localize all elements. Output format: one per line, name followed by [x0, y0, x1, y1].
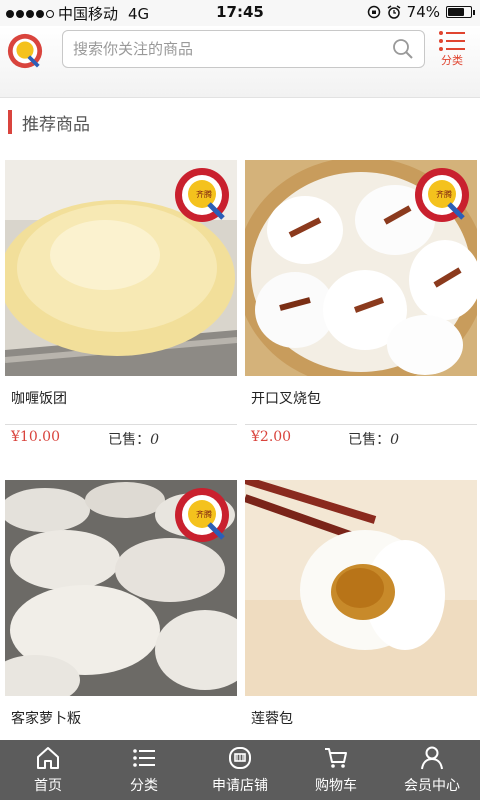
brand-badge-text: 齐腾	[196, 510, 212, 519]
sold-info: 已售：0	[108, 429, 159, 449]
tab-label: 分类	[130, 778, 158, 794]
store-logo-icon[interactable]	[6, 32, 44, 70]
alarm-icon	[387, 5, 401, 19]
product-price: ¥2.00	[251, 429, 292, 445]
tab-cart[interactable]: 购物车	[288, 740, 384, 800]
cart-icon	[325, 748, 347, 768]
home-icon	[37, 747, 59, 769]
rotation-lock-icon	[367, 5, 380, 19]
product-image[interactable]: 齐腾	[5, 160, 237, 376]
tab-label: 申请店铺	[212, 778, 268, 794]
product-name[interactable]: 莲蓉包	[251, 708, 477, 728]
section-header: 推荐商品	[8, 110, 90, 135]
tab-home[interactable]: 首页	[0, 740, 96, 800]
bottom-tab-bar: 首页 分类 申请店铺 购物车 会员中心	[0, 740, 480, 800]
tab-category[interactable]: 分类	[96, 740, 192, 800]
battery-icon	[446, 6, 475, 18]
section-title: 推荐商品	[22, 114, 90, 135]
category-list-icon	[439, 31, 465, 51]
product-image[interactable]: 齐腾	[5, 480, 237, 696]
search-box[interactable]	[62, 30, 425, 68]
brand-badge-text: 齐腾	[196, 190, 212, 199]
tab-label: 购物车	[315, 778, 357, 794]
shop-icon	[229, 747, 251, 769]
product-image[interactable]: 齐腾	[245, 160, 477, 376]
sold-count: 0	[150, 432, 159, 448]
search-input[interactable]	[73, 40, 392, 58]
product-card[interactable]: 齐腾 客家萝卜粄	[5, 480, 237, 728]
product-name[interactable]: 开口叉烧包	[251, 388, 477, 408]
product-card[interactable]: 齐腾 咖喱饭团 ¥10.00 已售：0	[5, 160, 237, 449]
section-accent-bar	[8, 110, 12, 134]
user-icon	[421, 746, 443, 770]
search-icon[interactable]	[392, 38, 414, 60]
brand-badge-text: 齐腾	[436, 190, 452, 199]
product-name[interactable]: 客家萝卜粄	[11, 708, 237, 728]
sold-info: 已售：0	[348, 429, 399, 449]
category-button[interactable]: 分类	[430, 26, 474, 72]
sold-label: 已售：	[348, 432, 391, 448]
divider	[5, 424, 237, 425]
tab-apply-shop[interactable]: 申请店铺	[192, 740, 288, 800]
battery-percent: 74%	[406, 3, 440, 21]
product-card[interactable]: 莲蓉包	[245, 480, 477, 728]
list-icon	[133, 749, 155, 767]
status-bar: 中国移动 4G 17:45 74%	[0, 0, 480, 26]
product-name[interactable]: 咖喱饭团	[11, 388, 237, 408]
tab-label: 会员中心	[404, 778, 460, 794]
product-price: ¥10.00	[11, 429, 60, 445]
divider	[245, 424, 477, 425]
tab-label: 首页	[34, 778, 62, 794]
product-card[interactable]: 齐腾 开口叉烧包 ¥2.00 已售：0	[245, 160, 477, 449]
category-label: 分类	[441, 54, 463, 67]
product-image[interactable]	[245, 480, 477, 696]
sold-count: 0	[390, 432, 399, 448]
tab-member-center[interactable]: 会员中心	[384, 740, 480, 800]
sold-label: 已售：	[108, 432, 151, 448]
